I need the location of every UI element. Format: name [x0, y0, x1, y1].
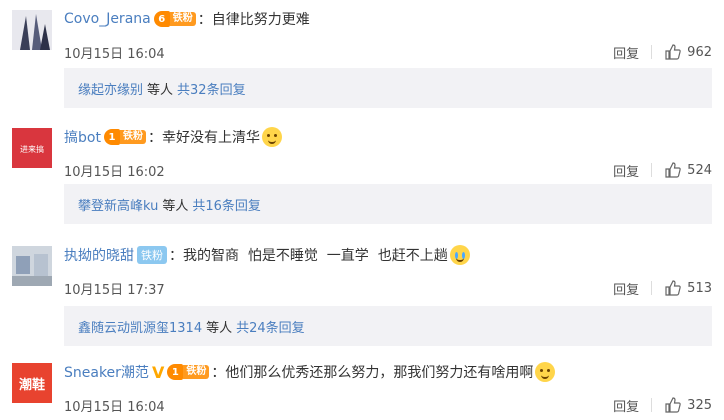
- badge-label: 铁粉: [169, 12, 196, 26]
- colon: ：: [147, 130, 162, 146]
- crying-emoji-icon: [449, 245, 470, 265]
- reply-mid-text: 等人: [162, 198, 189, 214]
- reply-summary: 缘起亦缘别 等人 共32条回复: [64, 68, 712, 108]
- badge-label: 铁粉: [183, 365, 210, 379]
- like-count: 513: [687, 280, 712, 296]
- reply-mid-text: 等人: [206, 320, 233, 336]
- fan-badge[interactable]: 6 铁粉: [153, 11, 196, 27]
- comment-header: Covo_Jerana 6 铁粉 ： 自律比努力更难: [64, 8, 310, 30]
- reply-summary: 鑫随云动凯源玺1314 等人 共24条回复: [64, 306, 712, 346]
- level-icon: 6: [153, 11, 170, 27]
- comment-actions: 回复 962: [613, 42, 712, 62]
- verified-v-icon: V: [151, 362, 165, 382]
- comment-item: 潮鞋 Sneaker潮范 V 1 铁粉 ： 他们那么优秀还那么努力，那我们努力还…: [0, 361, 724, 420]
- comment-time: 10月15日 16:04: [64, 46, 165, 62]
- comment-actions: 回复 513: [613, 278, 712, 298]
- fan-badge[interactable]: 1 铁粉: [103, 129, 146, 145]
- view-replies-link[interactable]: 共16条回复: [192, 195, 261, 214]
- reply-button[interactable]: 回复: [613, 279, 639, 298]
- doge-emoji-icon: [535, 362, 556, 382]
- comment-time: 10月15日 16:04: [64, 399, 165, 415]
- thumbs-up-icon: [665, 397, 681, 413]
- view-replies-link[interactable]: 共32条回复: [177, 79, 246, 98]
- username-link[interactable]: Covo_Jerana: [64, 11, 151, 27]
- comment-actions: 回复 325: [613, 395, 712, 415]
- thumbs-up-icon: [665, 44, 681, 60]
- avatar[interactable]: 潮鞋: [12, 363, 52, 403]
- like-button[interactable]: 325: [664, 396, 712, 414]
- level-icon: 1: [167, 364, 184, 380]
- reply-user-link[interactable]: 缘起亦缘别: [78, 79, 143, 98]
- username-link[interactable]: Sneaker潮范: [64, 362, 149, 382]
- comment-header: 搞bot 1 铁粉 ： 幸好没有上清华: [64, 126, 282, 148]
- like-button[interactable]: 524: [664, 161, 712, 179]
- view-replies-link[interactable]: 共24条回复: [236, 317, 305, 336]
- comment-time: 10月15日 17:37: [64, 282, 165, 298]
- avatar-text: 潮鞋: [19, 377, 45, 393]
- colon: ：: [169, 248, 183, 264]
- like-count: 962: [687, 44, 712, 60]
- avatar[interactable]: 进来搞: [12, 128, 52, 168]
- fan-badge[interactable]: 铁粉: [137, 246, 167, 264]
- comment-text: 自律比努力更难: [211, 12, 310, 28]
- comment-item: 执拗的晓甜 铁粉 ： 我的智商 怕是不睡觉 一直学 也赶不上趟 10月15日 1…: [0, 244, 724, 354]
- badge-label: 铁粉: [119, 130, 146, 144]
- comment-header: Sneaker潮范 V 1 铁粉 ： 他们那么优秀还那么努力，那我们努力还有啥用…: [64, 361, 556, 383]
- comment-text: 他们那么优秀还那么努力，那我们努力还有啥用啊: [225, 365, 534, 381]
- reply-mid-text: 等人: [147, 82, 174, 98]
- reply-summary: 攀登新高峰ku 等人 共16条回复: [64, 184, 712, 224]
- thumbs-up-icon: [665, 162, 681, 178]
- comment-time: 10月15日 16:02: [64, 164, 165, 180]
- comment-text: 幸好没有上清华: [161, 130, 260, 146]
- fan-badge[interactable]: 1 铁粉: [167, 364, 210, 380]
- colon: ：: [211, 365, 226, 381]
- thumbs-up-icon: [665, 280, 681, 296]
- colon: ：: [197, 12, 212, 28]
- avatar[interactable]: [12, 10, 52, 50]
- like-button[interactable]: 513: [664, 279, 712, 297]
- comment-text: 我的智商 怕是不睡觉 一直学 也赶不上趟: [183, 248, 448, 264]
- comment-item: Covo_Jerana 6 铁粉 ： 自律比努力更难 10月15日 16:04 …: [0, 8, 724, 118]
- divider: [651, 45, 653, 59]
- reply-user-link[interactable]: 攀登新高峰ku: [78, 195, 158, 214]
- divider: [651, 163, 653, 177]
- reply-button[interactable]: 回复: [613, 43, 639, 62]
- username-link[interactable]: 执拗的晓甜: [64, 245, 134, 265]
- avatar[interactable]: [12, 246, 52, 286]
- comment-actions: 回复 524: [613, 160, 712, 180]
- avatar-text: 进来搞: [20, 144, 44, 154]
- comment-header: 执拗的晓甜 铁粉 ： 我的智商 怕是不睡觉 一直学 也赶不上趟: [64, 244, 470, 266]
- level-icon: 1: [103, 129, 120, 145]
- divider: [651, 281, 653, 295]
- reply-button[interactable]: 回复: [613, 396, 639, 415]
- divider: [651, 398, 653, 412]
- reply-button[interactable]: 回复: [613, 161, 639, 180]
- reply-user-link[interactable]: 鑫随云动凯源玺1314: [78, 317, 202, 336]
- like-count: 325: [687, 397, 712, 413]
- like-count: 524: [687, 162, 712, 178]
- comment-item: 进来搞 搞bot 1 铁粉 ： 幸好没有上清华 10月15日 16:02 回复 …: [0, 126, 724, 236]
- smirk-emoji-icon: [261, 127, 282, 147]
- like-button[interactable]: 962: [664, 43, 712, 61]
- username-link[interactable]: 搞bot: [64, 127, 101, 147]
